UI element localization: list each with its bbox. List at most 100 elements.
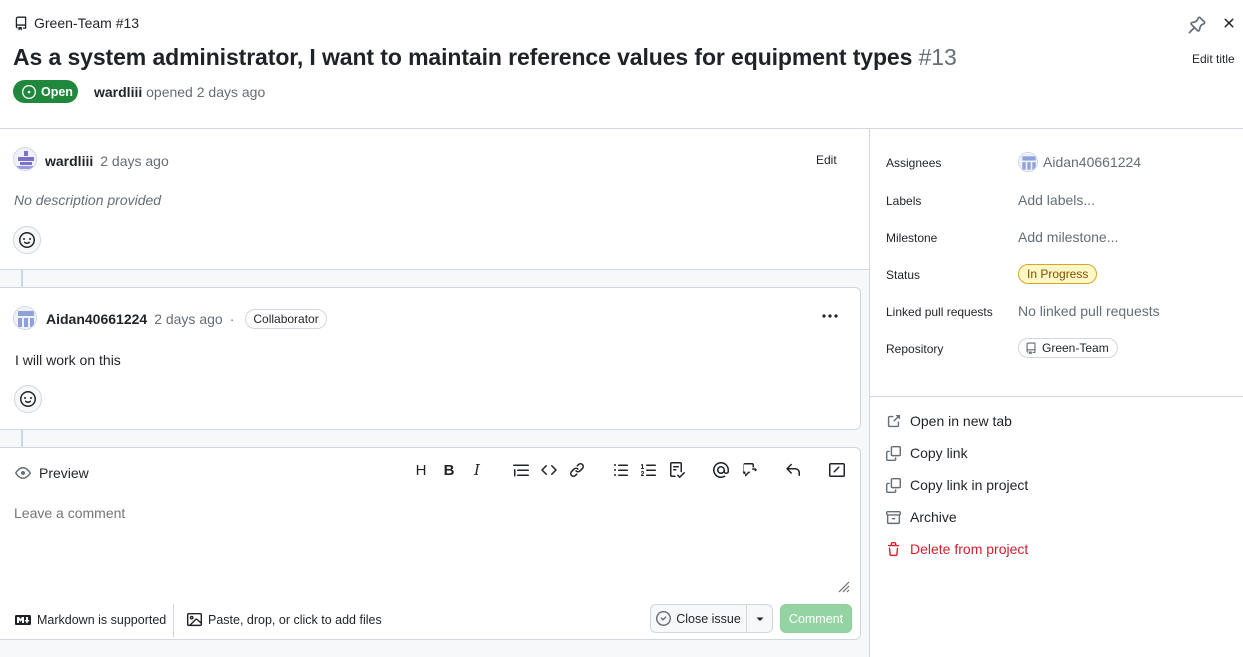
status-value[interactable]: In Progress [1018, 264, 1098, 284]
repository-badge: Green-Team [1018, 338, 1118, 358]
milestone-value[interactable]: Add milestone... [1018, 229, 1118, 245]
description-time[interactable]: 2 days ago [100, 153, 169, 169]
state-badge: Open [13, 80, 78, 103]
eye-icon [15, 465, 31, 481]
comment-body: I will work on this [15, 352, 121, 368]
italic-icon[interactable]: I [468, 461, 486, 479]
comment-editor: Preview H B I Leave a comment Markdown i… [0, 447, 861, 640]
copy-icon [886, 445, 901, 461]
check-circle-icon [656, 611, 672, 626]
copy-link-action[interactable]: Copy link [886, 445, 968, 461]
quote-icon[interactable] [512, 461, 530, 479]
comment-textarea[interactable] [14, 505, 834, 521]
link-external-icon [886, 414, 901, 429]
repository-label: Repository [886, 342, 944, 356]
archive-icon [886, 510, 901, 525]
attach-files-label: Paste, drop, or click to add files [208, 612, 382, 627]
markdown-icon [15, 612, 31, 628]
resize-handle-icon[interactable] [836, 579, 850, 593]
triangle-down-icon [755, 614, 765, 624]
avatar[interactable] [13, 306, 37, 330]
preview-tab-label: Preview [39, 465, 89, 481]
delete-from-project-label: Delete from project [910, 541, 1029, 557]
cross-reference-icon[interactable] [740, 461, 758, 479]
avatar [1018, 152, 1038, 172]
markdown-note-label: Markdown is supported [37, 613, 167, 627]
labels-label: Labels [886, 194, 922, 208]
collaborator-badge: Collaborator [245, 309, 327, 329]
issue-number: #13 [918, 44, 957, 70]
issue-open-icon [22, 84, 36, 99]
issue-title-text: As a system administrator, I want to mai… [13, 44, 913, 70]
issue-header: Green-Team #13 As a system administrator… [0, 0, 1243, 129]
copy-link-in-project-label: Copy link in project [910, 477, 1029, 493]
kebab-menu-icon[interactable] [820, 308, 840, 324]
labels-value[interactable]: Add labels... [1018, 192, 1095, 208]
linked-pr-label: Linked pull requests [886, 305, 993, 319]
pin-icon[interactable] [1188, 16, 1206, 34]
assignee-name: Aidan40661224 [1043, 154, 1142, 170]
bulleted-list-icon[interactable] [612, 461, 630, 479]
open-in-new-tab-label: Open in new tab [910, 413, 1012, 429]
divider [870, 396, 1243, 397]
comment-submit-button[interactable]: Comment [780, 604, 852, 633]
issue-sidebar: Assignees Aidan40661224 Labels Add label… [870, 129, 1243, 657]
repo-breadcrumb[interactable]: Green-Team #13 [14, 15, 139, 31]
open-in-new-tab-action[interactable]: Open in new tab [886, 413, 1012, 429]
edit-title-button[interactable]: Edit title [1192, 52, 1235, 66]
copy-link-label: Copy link [910, 445, 968, 461]
opened-by: wardliii opened 2 days ago [94, 84, 265, 100]
description-body: No description provided [14, 192, 162, 208]
description-author[interactable]: wardliii [45, 153, 93, 169]
assignees-value[interactable]: Aidan40661224 [1018, 152, 1141, 172]
copy-icon [886, 477, 901, 493]
issue-main: wardliii 2 days ago Edit No description … [0, 129, 870, 657]
close-icon[interactable] [1221, 15, 1237, 31]
smiley-icon [20, 391, 36, 407]
separator: · [229, 311, 235, 327]
add-reaction-button[interactable] [14, 385, 42, 413]
close-issue-button[interactable]: Close issue [651, 605, 747, 632]
smiley-icon [19, 232, 35, 248]
avatar[interactable] [13, 147, 37, 171]
numbered-list-icon[interactable] [640, 461, 658, 479]
tasklist-icon[interactable] [668, 461, 686, 479]
markdown-note[interactable]: Markdown is supported [15, 612, 166, 628]
timeline-connector [21, 430, 23, 447]
timeline-connector [21, 270, 23, 287]
slash-command-icon[interactable] [828, 461, 846, 479]
edit-description-button[interactable]: Edit [816, 153, 837, 167]
delete-from-project-action[interactable]: Delete from project [886, 541, 1028, 557]
preview-tab[interactable]: Preview [15, 465, 89, 481]
comment-time[interactable]: 2 days ago [154, 311, 223, 327]
comment-author[interactable]: Aidan40661224 [46, 311, 147, 327]
assignees-label: Assignees [886, 156, 942, 170]
state-badge-label: Open [41, 84, 73, 99]
close-issue-dropdown[interactable] [747, 605, 772, 632]
copy-link-in-project-action[interactable]: Copy link in project [886, 477, 1028, 493]
comment-author-row: Aidan40661224 2 days ago · Collaborator [46, 309, 327, 329]
code-icon[interactable] [540, 461, 558, 479]
close-issue-split-button: Close issue [650, 604, 773, 633]
heading-icon[interactable]: H [412, 461, 430, 479]
archive-label: Archive [910, 509, 957, 525]
status-badge: In Progress [1018, 264, 1098, 284]
attach-files[interactable]: Paste, drop, or click to add files [187, 612, 382, 627]
trash-icon [886, 541, 901, 557]
linked-pr-value[interactable]: No linked pull requests [1018, 303, 1160, 319]
description-author-row: wardliii 2 days ago [45, 153, 169, 169]
repo-breadcrumb-label: Green-Team #13 [34, 15, 140, 31]
repository-value[interactable]: Green-Team [1018, 338, 1118, 358]
status-label: Status [886, 268, 921, 282]
link-icon[interactable] [568, 461, 586, 479]
undo-icon[interactable] [784, 461, 802, 479]
divider [173, 604, 174, 638]
mention-icon[interactable] [712, 461, 730, 479]
opened-text: opened 2 days ago [146, 84, 266, 100]
milestone-label: Milestone [886, 231, 938, 245]
archive-action[interactable]: Archive [886, 509, 957, 525]
bold-icon[interactable]: B [440, 461, 458, 479]
author-link[interactable]: wardliii [94, 84, 142, 100]
page-title: As a system administrator, I want to mai… [13, 44, 957, 71]
add-reaction-button[interactable] [13, 226, 41, 254]
